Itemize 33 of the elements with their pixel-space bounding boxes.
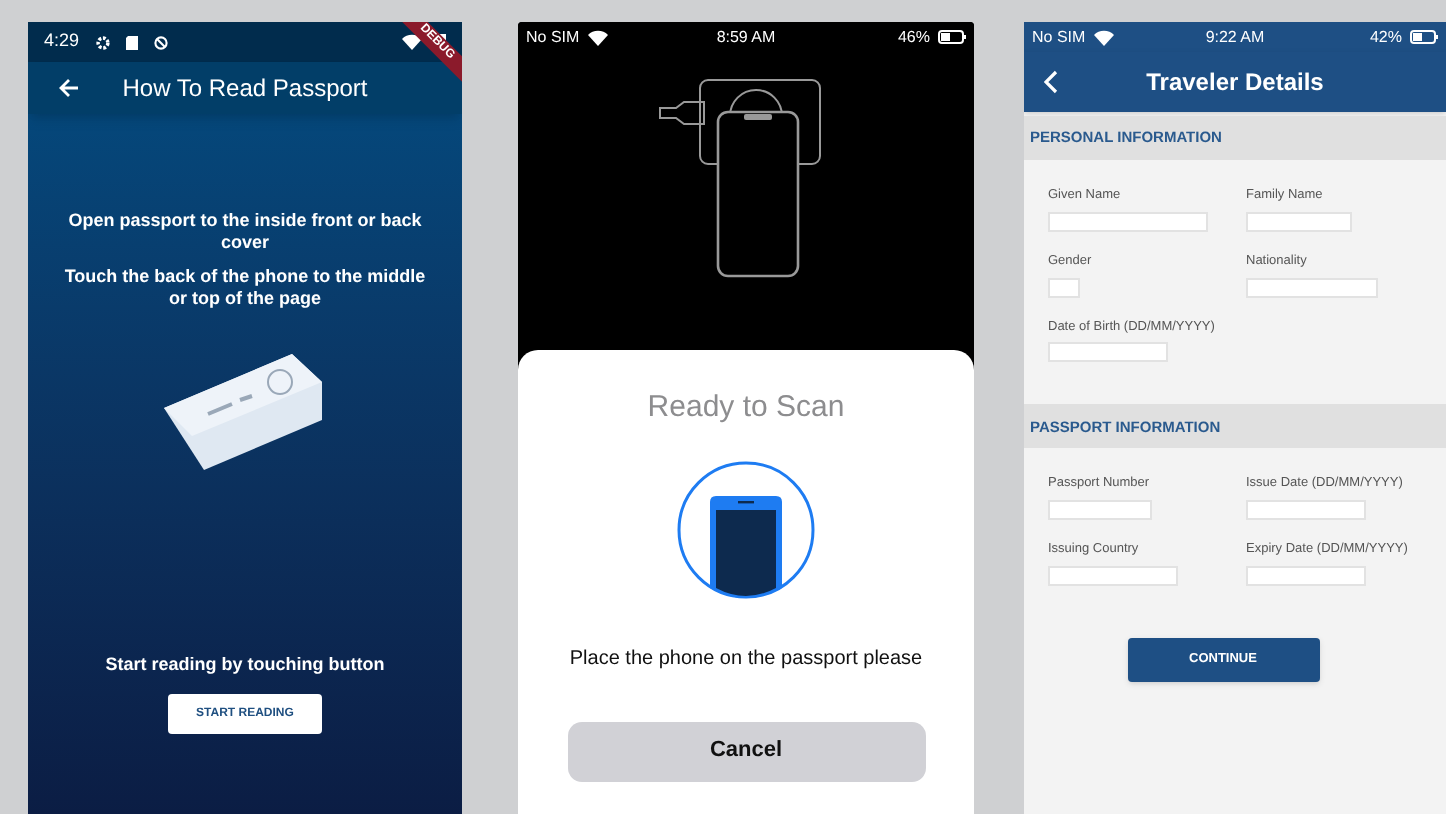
- status-time: 4:29: [44, 28, 80, 55]
- input-field[interactable]: [1246, 211, 1352, 232]
- input-field[interactable]: [1048, 565, 1178, 586]
- status-time: 9:22 AM: [1205, 25, 1265, 49]
- screen-title: How To Read Passport: [120, 72, 370, 106]
- input-field[interactable]: [1048, 500, 1152, 520]
- chevron-left-icon: [1043, 70, 1057, 94]
- battery-percent: 46%: [897, 25, 930, 49]
- wifi-icon: [1093, 29, 1114, 45]
- scan-message: Place the phone on the passport please: [569, 645, 923, 673]
- instruction-text: Touch the back of the phone to the middle or top of the page: [62, 266, 428, 310]
- sheet-title: Ready to Scan: [647, 388, 845, 428]
- back-arrow-icon: [57, 78, 79, 98]
- battery-percent: 42%: [1369, 25, 1402, 49]
- carrier-label: No SIM: [526, 25, 580, 49]
- cancel-button[interactable]: Cancel: [567, 721, 925, 781]
- input-field[interactable]: [1246, 277, 1378, 297]
- instruction-text: Open passport to the inside front or back cover: [66, 210, 424, 254]
- phone-icon: [676, 459, 816, 599]
- status-time: 8:59 AM: [716, 25, 776, 49]
- input-field[interactable]: [1048, 342, 1168, 363]
- input-field[interactable]: [1048, 211, 1208, 232]
- screen-title: Traveler Details: [1144, 66, 1326, 100]
- blocked-icon: [153, 35, 168, 49]
- gear-icon: [95, 35, 110, 49]
- wifi-icon: [587, 29, 608, 45]
- sd-card-icon: [125, 35, 138, 49]
- input-field[interactable]: [1246, 565, 1366, 586]
- carrier-label: No SIM: [1032, 25, 1086, 49]
- input-field[interactable]: [1246, 500, 1366, 520]
- prompt-text: Start reading by touching button: [105, 651, 385, 678]
- wifi-icon: [402, 34, 422, 50]
- input-field[interactable]: [1048, 277, 1080, 297]
